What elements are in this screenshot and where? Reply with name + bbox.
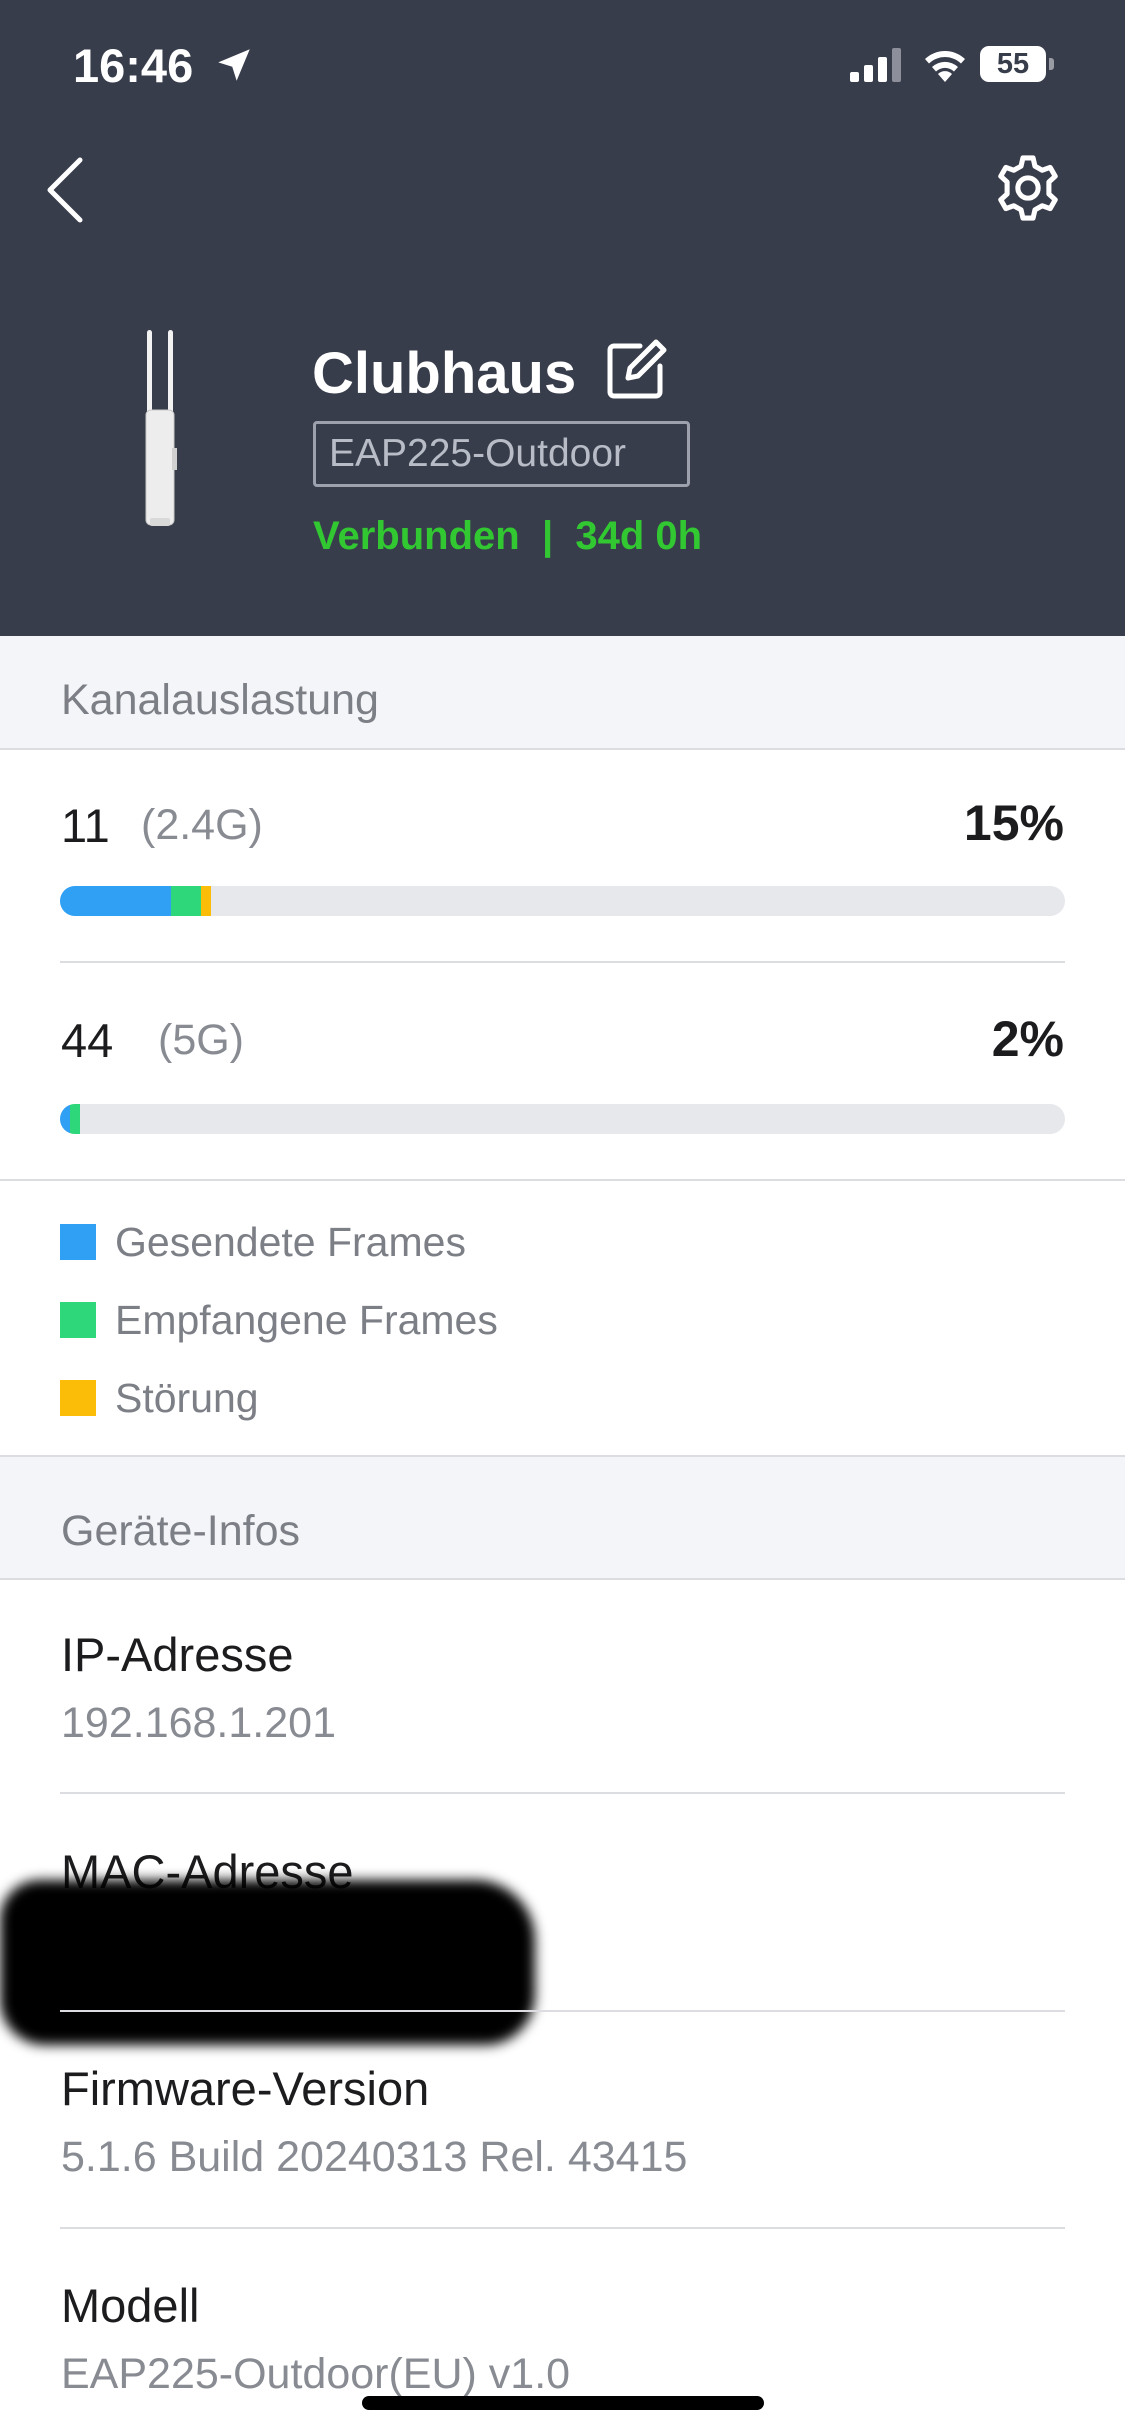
home-indicator[interactable] xyxy=(362,2396,764,2410)
interference-segment xyxy=(200,886,211,916)
battery-level: 55 xyxy=(996,48,1030,80)
cellular-signal-icon xyxy=(850,48,901,82)
section-header-device-info: Geräte-Infos xyxy=(0,1455,1125,1580)
channel-number: 11 xyxy=(61,799,110,852)
edit-icon[interactable] xyxy=(600,334,672,406)
channel-utilization-bar xyxy=(60,886,1065,916)
redaction-mark xyxy=(0,1880,535,2045)
legend-swatch xyxy=(60,1302,96,1338)
legend-swatch xyxy=(60,1380,96,1416)
channel-number: 44 xyxy=(61,1014,114,1067)
info-value: 5.1.6 Build 20240313 Rel. 43415 xyxy=(61,2133,688,2181)
received-frames-segment xyxy=(70,1104,81,1134)
channel-utilization-bar xyxy=(60,1104,1065,1134)
section-title: Kanalauslastung xyxy=(61,676,379,724)
info-label: Firmware-Version xyxy=(61,2062,430,2115)
legend-label: Empfangene Frames xyxy=(115,1297,498,1343)
info-label: IP-Adresse xyxy=(61,1628,294,1681)
gear-icon[interactable] xyxy=(990,150,1066,226)
divider xyxy=(60,1792,1065,1794)
received-frames-segment xyxy=(170,886,201,916)
access-point-image xyxy=(145,330,177,526)
section-header-channel-usage: Kanalauslastung xyxy=(0,636,1125,750)
legend-swatch xyxy=(60,1224,96,1260)
channel-band: (2.4G) xyxy=(141,801,263,849)
back-icon[interactable] xyxy=(38,150,98,230)
legend-label: Störung xyxy=(115,1375,259,1421)
status-bar: 16:46 55 xyxy=(0,0,1125,130)
model-badge: EAP225-Outdoor xyxy=(313,421,690,487)
device-name: Clubhaus xyxy=(312,341,577,406)
info-label: Modell xyxy=(61,2279,200,2332)
status-text: Verbunden xyxy=(313,514,520,558)
info-value: EAP225-Outdoor(EU) v1.0 xyxy=(61,2350,571,2398)
wifi-icon xyxy=(925,51,965,82)
device-detail-screen: 16:46 55 Clubhaus EAP225-Outdoor Verbund… xyxy=(0,0,1125,2436)
status-separator: | xyxy=(541,514,554,558)
sent-frames-segment xyxy=(60,886,171,916)
device-header: 16:46 55 Clubhaus EAP225-Outdoor Verbund… xyxy=(0,0,1125,636)
sent-frames-segment xyxy=(60,1104,71,1134)
info-value: 192.168.1.201 xyxy=(61,1699,336,1747)
legend-label: Gesendete Frames xyxy=(115,1219,466,1265)
divider xyxy=(60,2010,1065,2012)
battery-indicator: 55 xyxy=(980,46,1054,82)
divider xyxy=(0,1179,1125,1181)
location-arrow-icon xyxy=(218,49,250,81)
status-time: 16:46 xyxy=(73,39,194,92)
uptime-text: 34d 0h xyxy=(575,514,703,558)
channel-band: (5G) xyxy=(158,1016,244,1064)
divider xyxy=(60,961,1065,963)
divider xyxy=(60,2227,1065,2229)
connection-status: Verbunden | 34d 0h xyxy=(313,514,702,559)
channel-utilization-percent: 2% xyxy=(991,1011,1064,1067)
channel-utilization-percent: 15% xyxy=(963,795,1064,851)
section-title: Geräte-Infos xyxy=(61,1507,300,1555)
